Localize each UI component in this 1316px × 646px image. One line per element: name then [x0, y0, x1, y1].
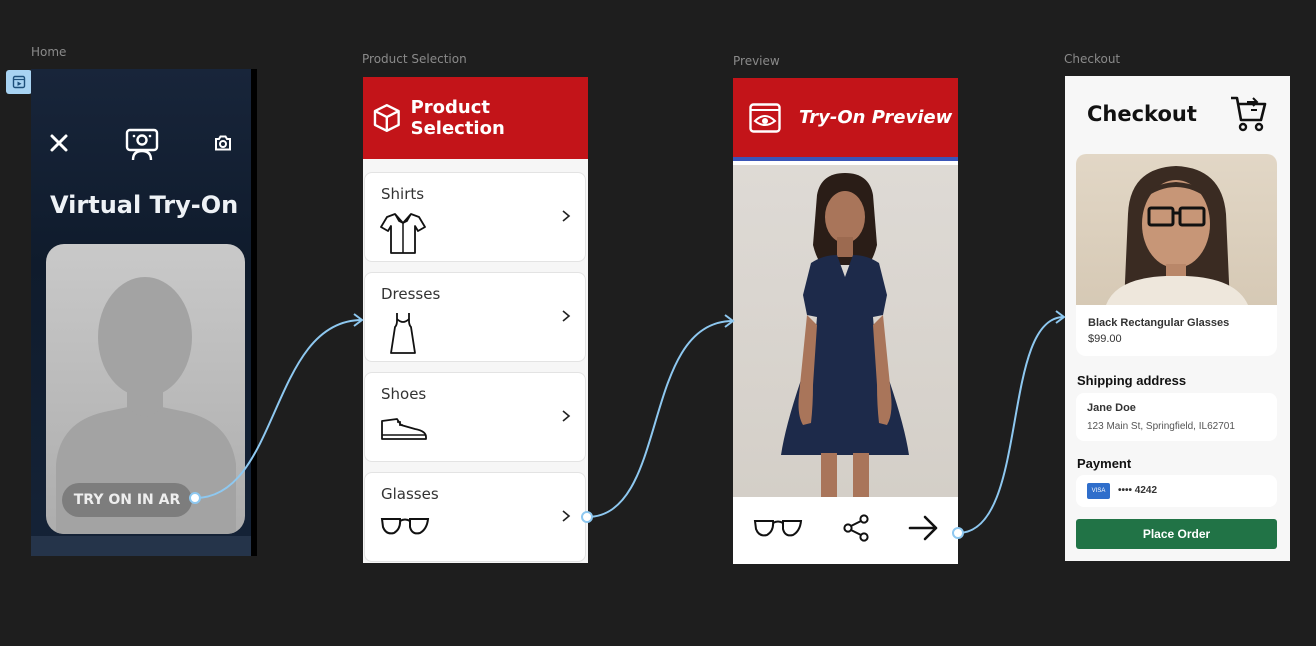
frame-label-product-selection: Product Selection	[362, 52, 467, 66]
payment-method-card[interactable]: VISA •••• 4242	[1076, 475, 1277, 507]
cart-icon[interactable]	[1229, 94, 1269, 137]
chevron-right-icon	[561, 409, 571, 428]
checkout-title: Checkout	[1087, 102, 1197, 126]
home-title: Virtual Try-On	[50, 191, 239, 219]
shirt-icon	[379, 211, 427, 260]
product-name: Black Rectangular Glasses	[1088, 317, 1230, 329]
shipping-address-card[interactable]: Jane Doe 123 Main St, Springfield, IL627…	[1076, 393, 1277, 441]
category-label: Dresses	[381, 285, 441, 303]
frame-edge	[251, 69, 257, 556]
preview-screen: Try-On Preview	[733, 78, 958, 564]
chevron-right-icon	[561, 209, 571, 228]
try-on-ar-button[interactable]: TRY ON IN AR	[62, 483, 192, 517]
category-label: Shirts	[381, 185, 425, 203]
connector-products-to-preview	[586, 320, 734, 518]
card-number: •••• 4242	[1118, 485, 1158, 496]
shipping-name: Jane Doe	[1087, 402, 1136, 414]
preview-eye-icon	[749, 102, 781, 133]
product-selection-header: Product Selection	[363, 77, 588, 159]
share-icon[interactable]	[841, 513, 871, 548]
category-item-glasses[interactable]: Glasses	[364, 472, 586, 562]
connector-arrow	[353, 313, 364, 327]
payment-heading: Payment	[1077, 456, 1132, 471]
category-item-dresses[interactable]: Dresses	[364, 272, 586, 362]
connector-arrow	[1055, 310, 1066, 324]
connector-preview-to-checkout	[957, 316, 1065, 534]
dress-icon	[387, 311, 419, 362]
shoe-icon	[379, 413, 429, 448]
home-screen: Virtual Try-On TRY ON IN AR	[31, 69, 257, 556]
glasses-icon	[379, 515, 431, 542]
preview-header: Try-On Preview	[733, 78, 958, 161]
arrow-right-icon[interactable]	[908, 514, 940, 547]
camera-icon[interactable]	[211, 131, 235, 155]
frame-label-checkout: Checkout	[1064, 52, 1121, 66]
try-on-preview-image	[733, 165, 958, 497]
preview-title: Try-On Preview	[799, 107, 953, 128]
category-label: Glasses	[381, 485, 439, 503]
prototype-start-icon[interactable]	[6, 70, 32, 94]
chevron-right-icon	[561, 309, 571, 328]
product-summary-card: Black Rectangular Glasses $99.00	[1076, 154, 1277, 356]
category-label: Shoes	[381, 385, 427, 403]
shipping-address-line: 123 Main St, Springfield, IL62701	[1087, 421, 1235, 432]
close-icon[interactable]	[47, 131, 71, 155]
glasses-icon[interactable]	[752, 516, 804, 545]
frame-label-preview: Preview	[733, 54, 780, 68]
category-item-shoes[interactable]: Shoes	[364, 372, 586, 462]
place-order-button[interactable]: Place Order	[1076, 519, 1277, 549]
preview-action-bar	[733, 497, 958, 564]
visa-card-icon: VISA	[1087, 483, 1110, 499]
product-price: $99.00	[1088, 333, 1122, 345]
product-selection-screen: Product Selection Shirts Dresses Shoes G…	[363, 77, 588, 563]
chevron-right-icon	[561, 509, 571, 528]
home-bottom-bar	[31, 536, 257, 556]
frame-label-home: Home	[31, 45, 67, 59]
product-selection-title: Product Selection	[410, 97, 505, 139]
checkout-screen: Checkout Black Rectangular Glasses $99.0…	[1065, 76, 1290, 561]
connector-arrow	[724, 314, 735, 328]
shipping-heading: Shipping address	[1077, 373, 1187, 388]
product-image	[1076, 154, 1277, 305]
ar-face-scan-icon[interactable]	[124, 127, 160, 161]
box-icon	[373, 103, 400, 133]
category-item-shirts[interactable]: Shirts	[364, 172, 586, 262]
